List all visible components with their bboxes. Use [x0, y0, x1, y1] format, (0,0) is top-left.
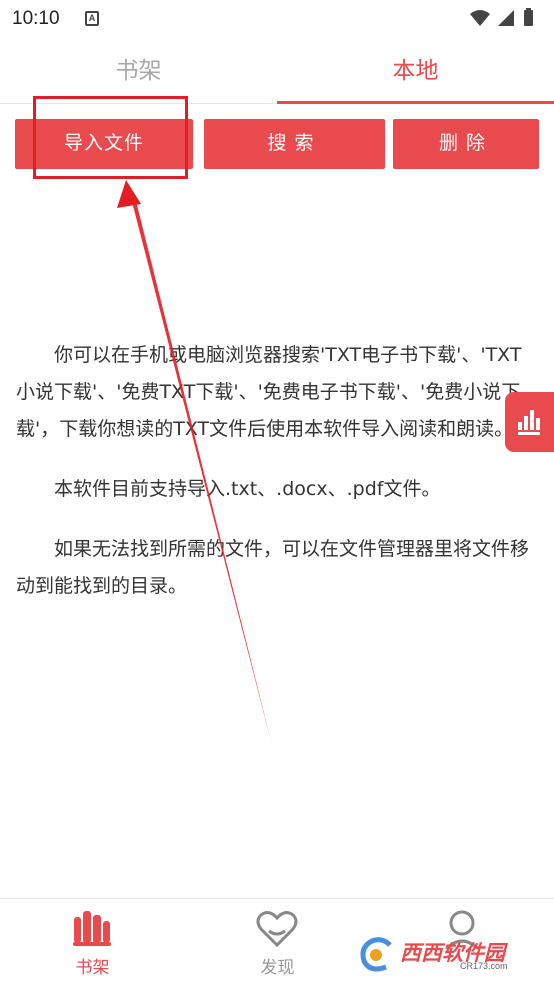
status-time: 10:10	[12, 8, 60, 29]
instruction-paragraph: 本软件目前支持导入.txt、.docx、.pdf文件。	[54, 478, 441, 500]
instruction-paragraph: 如果无法找到所需的文件，可以在文件管理器里将文件移动到能找到的目录。	[16, 538, 530, 597]
annotation-highlight-box	[33, 96, 188, 179]
battery-icon	[524, 10, 533, 26]
notification-icon: A	[85, 11, 99, 26]
instruction-paragraph: 你可以在手机或电脑浏览器搜索'TXT电子书下载'、'TXT小说下载'、'免费TX…	[16, 344, 522, 440]
heart-discover-icon	[256, 911, 298, 948]
wifi-icon	[470, 10, 490, 26]
instructions-text: 你可以在手机或电脑浏览器搜索'TXT电子书下载'、'TXT小说下载'、'免费TX…	[16, 337, 532, 628]
top-tab-bar: 书架 本地	[0, 38, 554, 104]
nav-label-discover: 发现	[260, 958, 295, 978]
nav-label-bookshelf: 书架	[75, 958, 110, 978]
signal-icon	[498, 10, 514, 26]
watermark-subtext: CR173.com	[460, 961, 508, 971]
bookshelf-icon	[73, 911, 111, 946]
system-status-icons	[470, 8, 533, 26]
tab-local[interactable]: 本地	[277, 38, 554, 104]
nav-item-discover[interactable]: 发现	[185, 899, 370, 984]
nav-item-bookshelf[interactable]: 书架	[0, 899, 185, 984]
tab-bookshelf[interactable]: 书架	[0, 38, 277, 104]
search-button[interactable]: 搜索	[204, 119, 385, 169]
watermark-c-icon	[360, 937, 392, 972]
status-bar: 10:10 A	[0, 0, 554, 38]
delete-button[interactable]: 删除	[393, 119, 539, 169]
floating-menu-button[interactable]	[505, 392, 554, 452]
active-tab-indicator	[277, 101, 554, 104]
bars-icon	[518, 410, 540, 435]
watermark-logo: 西西软件园 CR173.com	[356, 935, 536, 975]
